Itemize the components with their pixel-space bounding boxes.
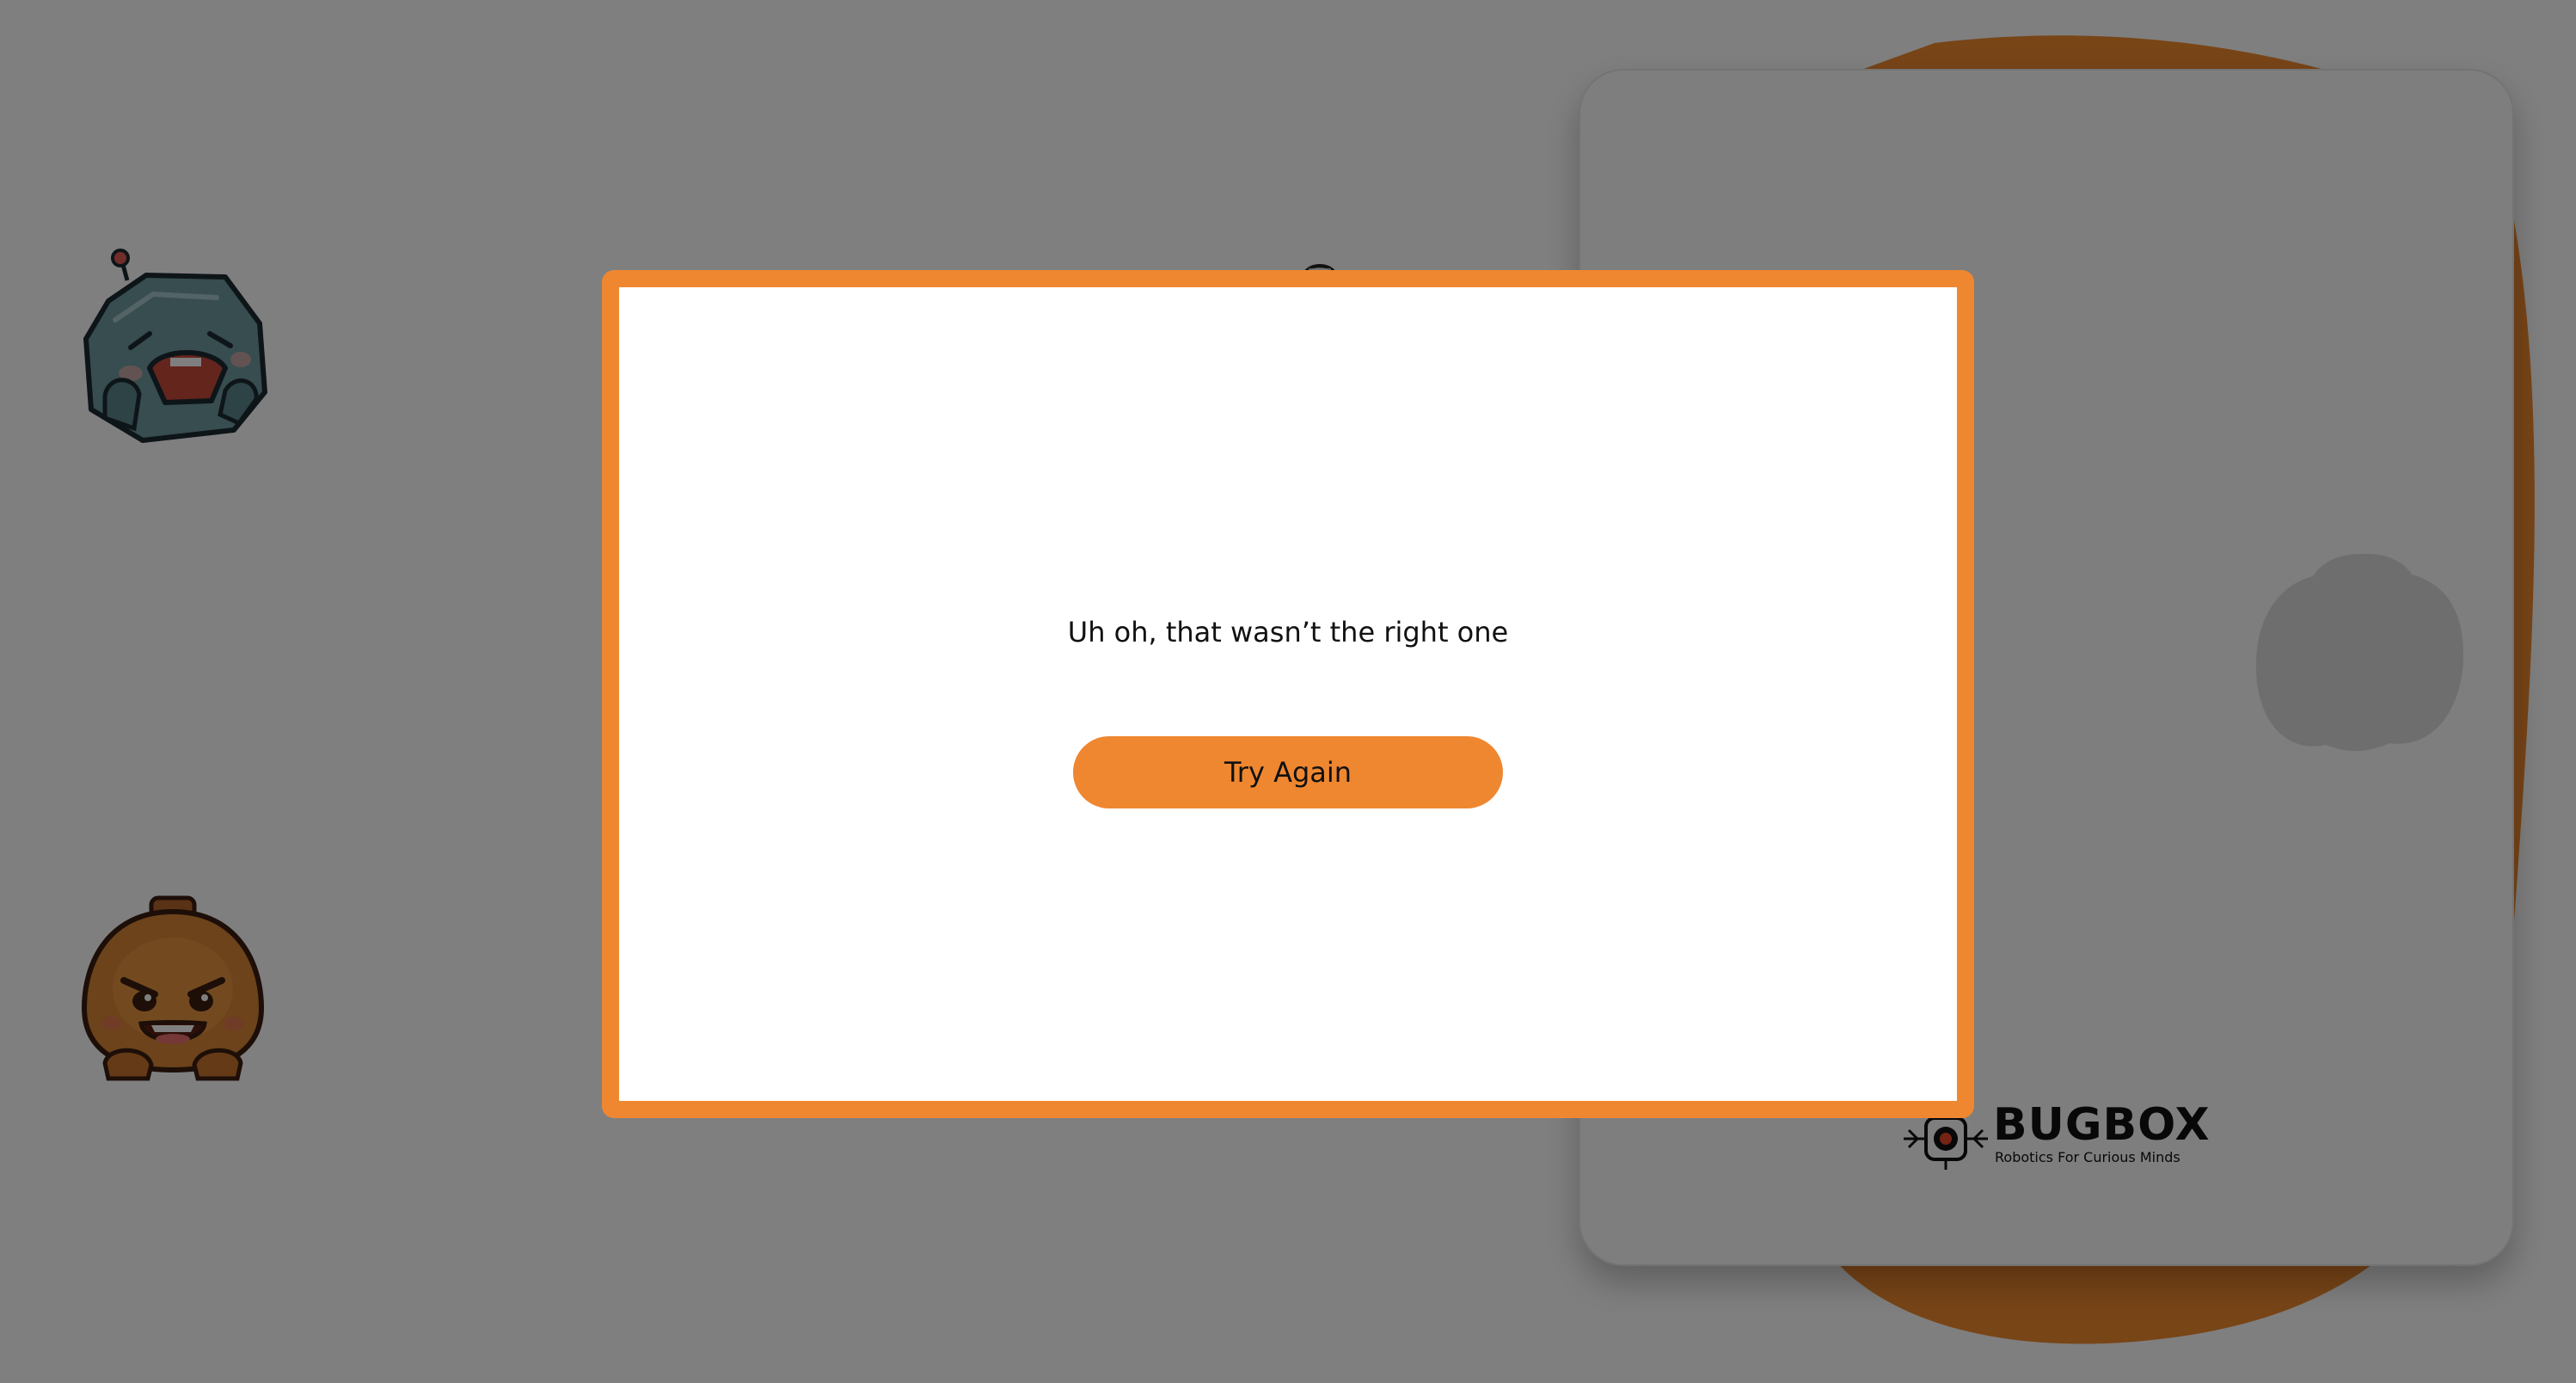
- modal-message: Uh oh, that wasn’t the right one: [1067, 616, 1509, 648]
- app-stage: BUGBOX Robotics For Curious Minds: [0, 0, 2576, 1383]
- feedback-modal: Uh oh, that wasn’t the right one Try Aga…: [602, 270, 1974, 1118]
- try-again-button[interactable]: Try Again: [1073, 736, 1503, 808]
